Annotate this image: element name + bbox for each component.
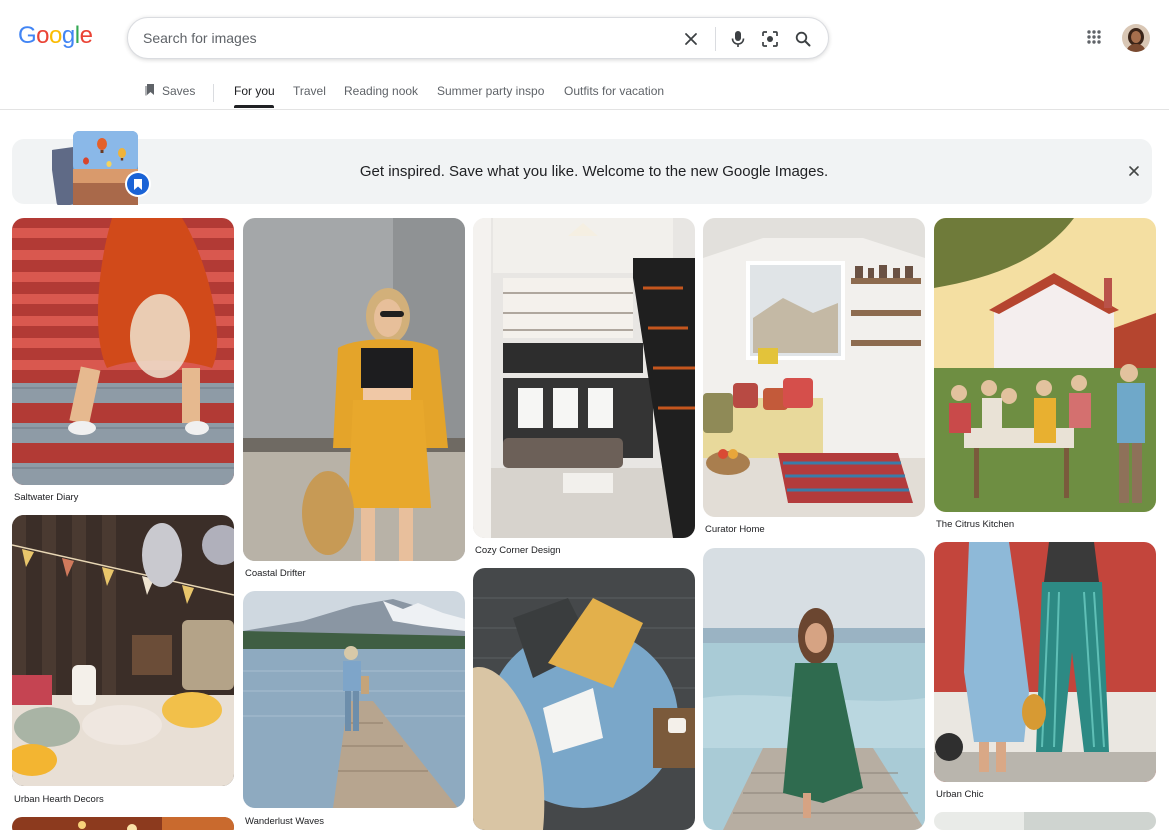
image-caption[interactable]: Wanderlust Waves [245,816,324,827]
image-tile[interactable] [934,542,1156,782]
logo-letter: o [49,22,62,49]
image-caption[interactable]: Curator Home [705,524,765,535]
tab-bar: Saves For you Travel Reading nook Summer… [0,76,1169,110]
apps-grid-icon[interactable] [1082,25,1106,49]
tab-travel[interactable]: Travel [293,84,326,98]
banner-illustration [49,131,152,207]
image-tile[interactable] [703,218,925,517]
tab-for-you[interactable]: For you [234,84,275,98]
image-tile[interactable] [934,812,1156,830]
tab-summer-party-inspo[interactable]: Summer party inspo [437,84,544,98]
image-tile[interactable] [473,568,695,830]
tab-divider [213,84,214,102]
banner-message: Get inspired. Save what you like. Welcom… [359,163,829,180]
image-caption[interactable]: Cozy Corner Design [475,545,561,556]
image-caption[interactable]: Urban Hearth Decors [14,794,104,805]
logo-letter: G [18,22,37,49]
tab-saves[interactable]: Saves [145,83,195,99]
logo-letter: e [79,22,93,49]
microphone-icon[interactable] [726,27,750,51]
tab-reading-nook[interactable]: Reading nook [344,84,418,98]
welcome-banner: Get inspired. Save what you like. Welcom… [12,139,1152,204]
google-logo[interactable]: Google [18,22,93,50]
image-caption[interactable]: The Citrus Kitchen [936,519,1014,530]
search-input[interactable] [143,28,663,48]
search-bar [127,17,829,59]
image-tile[interactable] [12,817,234,830]
logo-letter: o [36,22,50,49]
image-tile[interactable] [703,548,925,830]
image-tile[interactable] [473,218,695,538]
close-icon[interactable] [1124,161,1144,181]
image-caption[interactable]: Urban Chic [936,789,984,800]
image-tile[interactable] [12,515,234,786]
image-tile[interactable] [934,218,1156,512]
active-tab-indicator [234,105,274,108]
image-caption[interactable]: Saltwater Diary [14,492,78,503]
image-tile[interactable] [243,218,465,561]
camera-lens-icon[interactable] [758,27,782,51]
avatar[interactable] [1122,24,1150,52]
search-icon[interactable] [791,27,815,51]
image-tile[interactable] [12,218,234,485]
search-divider [715,27,716,51]
image-caption[interactable]: Coastal Drifter [245,568,306,579]
image-tile[interactable] [243,591,465,808]
tab-label: Saves [162,84,196,98]
close-icon[interactable] [679,27,703,51]
bookmark-icon [145,83,156,99]
logo-letter: g [61,22,75,49]
tab-outfits-for-vacation[interactable]: Outfits for vacation [564,84,664,98]
top-header: Google Search for images Saves For you T… [0,0,1169,110]
